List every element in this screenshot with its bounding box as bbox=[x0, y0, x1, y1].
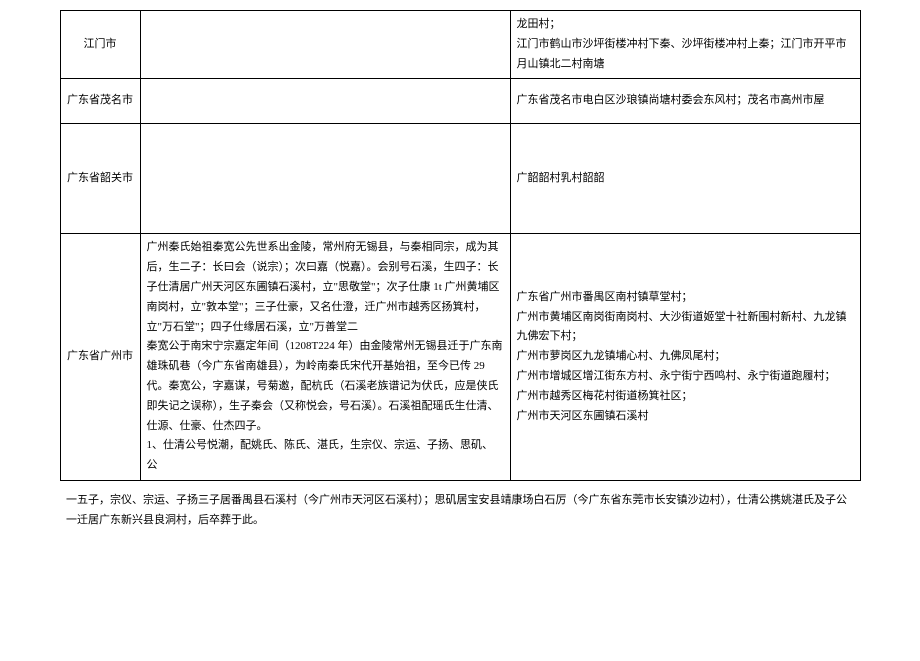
region-cell: 广东省广州市 bbox=[60, 234, 140, 481]
footer-paragraph: 一五子，宗仪、宗运、子扬三子居番禺县石溪村（今广州市天河区石溪村）；思矶居宝安县… bbox=[60, 491, 860, 531]
table-row: 广东省广州市 广州秦氏始祖秦宽公先世系出金陵，常州府无锡县，与秦相同宗，成为其后… bbox=[60, 234, 860, 481]
table-row: 广东省茂名市 广东省茂名市电白区沙琅镇尚塘村委会东风村；茂名市高州市屋 bbox=[60, 79, 860, 124]
region-cell: 广东省韶关市 bbox=[60, 124, 140, 234]
distribution-cell: 龙田村；江门市鹤山市沙坪街楼冲村下秦、沙坪街楼冲村上秦；江门市开平市月山镇北二村… bbox=[510, 11, 860, 79]
distribution-cell: 广东省茂名市电白区沙琅镇尚塘村委会东风村；茂名市高州市屋 bbox=[510, 79, 860, 124]
table-row: 广东省韶关市 广韶韶村乳村韶韶 bbox=[60, 124, 860, 234]
history-cell: 广州秦氏始祖秦宽公先世系出金陵，常州府无锡县，与秦相同宗，成为其后，生二子：长曰… bbox=[140, 234, 510, 481]
genealogy-table: 江门市 龙田村；江门市鹤山市沙坪街楼冲村下秦、沙坪街楼冲村上秦；江门市开平市月山… bbox=[60, 10, 861, 481]
table-row: 江门市 龙田村；江门市鹤山市沙坪街楼冲村下秦、沙坪街楼冲村上秦；江门市开平市月山… bbox=[60, 11, 860, 79]
distribution-cell: 广韶韶村乳村韶韶 bbox=[510, 124, 860, 234]
history-cell bbox=[140, 11, 510, 79]
region-cell: 广东省茂名市 bbox=[60, 79, 140, 124]
history-cell bbox=[140, 79, 510, 124]
region-cell: 江门市 bbox=[60, 11, 140, 79]
history-cell bbox=[140, 124, 510, 234]
distribution-cell: 广东省广州市番禺区南村镇草堂村；广州市黄埔区南岗街南岗村、大沙街道姬堂十社新围村… bbox=[510, 234, 860, 481]
